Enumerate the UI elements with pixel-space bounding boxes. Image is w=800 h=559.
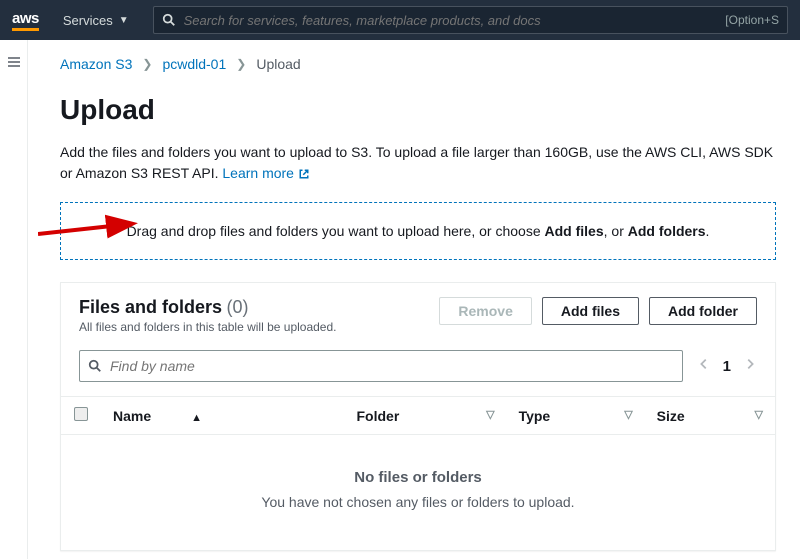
aws-logo[interactable]: aws: [12, 10, 39, 31]
find-input[interactable]: [110, 358, 674, 374]
search-icon: [162, 13, 176, 27]
services-label: Services: [63, 13, 113, 28]
pager-page-number: 1: [723, 358, 731, 375]
pager-prev[interactable]: [697, 357, 711, 375]
global-search[interactable]: [Option+S: [153, 6, 788, 34]
col-folder-label: Folder: [356, 408, 399, 424]
sort-icon: ▽: [486, 408, 494, 421]
breadcrumb-root[interactable]: Amazon S3: [60, 56, 132, 72]
pager: 1: [697, 357, 757, 375]
col-size-label: Size: [657, 408, 685, 424]
select-all-checkbox[interactable]: [74, 407, 88, 421]
files-table: Name ▲ Folder ▽ Type ▽ Size ▽ No files or fo…: [61, 396, 775, 550]
find-by-name[interactable]: [79, 350, 683, 382]
panel-count: (0): [227, 297, 249, 317]
caret-down-icon: ▼: [119, 15, 129, 26]
dropzone-text: Drag and drop files and folders you want…: [127, 223, 545, 239]
add-folder-button[interactable]: Add folder: [649, 297, 757, 325]
dropzone[interactable]: Drag and drop files and folders you want…: [60, 202, 776, 260]
main-content: Amazon S3 ❯ pcwdld-01 ❯ Upload Upload Ad…: [28, 40, 800, 559]
chevron-left-icon: [697, 357, 711, 371]
empty-title: No files or folders: [61, 469, 775, 486]
col-type[interactable]: Type ▽: [507, 397, 645, 435]
page-title: Upload: [60, 94, 776, 126]
col-folder[interactable]: Folder ▽: [344, 397, 506, 435]
top-nav: aws Services ▼ [Option+S: [0, 0, 800, 40]
search-icon: [88, 359, 102, 373]
dropzone-text-suffix: .: [706, 223, 710, 239]
remove-button[interactable]: Remove: [439, 297, 531, 325]
empty-state: No files or folders You have not chosen …: [61, 435, 775, 550]
col-name[interactable]: Name ▲: [101, 397, 344, 435]
chevron-right-icon: ❯: [236, 57, 246, 71]
external-link-icon: [298, 168, 310, 180]
col-size[interactable]: Size ▽: [645, 397, 775, 435]
dropzone-add-folders: Add folders: [628, 223, 706, 239]
sort-asc-icon: ▲: [191, 412, 202, 424]
sidebar-toggle[interactable]: [0, 40, 28, 559]
empty-subtitle: You have not chosen any files or folders…: [61, 494, 775, 510]
breadcrumb-bucket[interactable]: pcwdld-01: [162, 56, 226, 72]
services-menu-button[interactable]: Services ▼: [63, 13, 129, 28]
chevron-right-icon: [743, 357, 757, 371]
col-type-label: Type: [519, 408, 551, 424]
files-panel: Files and folders (0) All files and fold…: [60, 282, 776, 551]
learn-more-label: Learn more: [222, 163, 294, 184]
global-search-input[interactable]: [184, 13, 718, 28]
breadcrumb: Amazon S3 ❯ pcwdld-01 ❯ Upload: [60, 56, 776, 72]
col-name-label: Name: [113, 408, 151, 424]
sort-icon: ▽: [755, 408, 763, 421]
panel-title: Files and folders: [79, 297, 222, 317]
add-files-button[interactable]: Add files: [542, 297, 639, 325]
pager-next[interactable]: [743, 357, 757, 375]
breadcrumb-current: Upload: [256, 56, 300, 72]
page-description-text: Add the files and folders you want to up…: [60, 144, 773, 181]
panel-subtitle: All files and folders in this table will…: [79, 320, 336, 334]
page-description: Add the files and folders you want to up…: [60, 142, 776, 184]
learn-more-link[interactable]: Learn more: [222, 163, 310, 184]
search-hint: [Option+S: [725, 13, 779, 27]
hamburger-icon: [6, 54, 22, 70]
dropzone-text-mid: , or: [604, 223, 628, 239]
dropzone-add-files: Add files: [545, 223, 604, 239]
chevron-right-icon: ❯: [142, 57, 152, 71]
sort-icon: ▽: [624, 408, 632, 421]
